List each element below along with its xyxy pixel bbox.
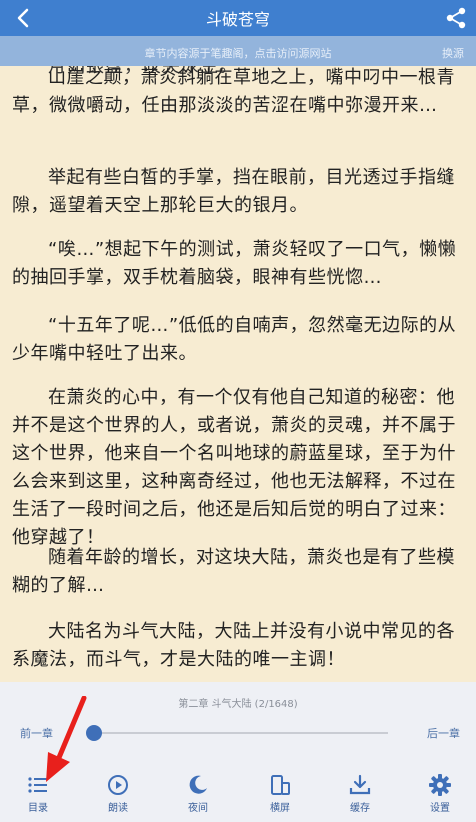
read-aloud-button[interactable]: 朗读 [88, 768, 148, 822]
toc-label: 目录 [28, 803, 48, 814]
moon-icon [189, 775, 207, 794]
share-icon [446, 7, 466, 29]
paragraph: 举起有些白皙的手掌，挡在眼前，目光透过手指缝隙，遥望着天空上那轮巨大的银月。 [12, 167, 455, 216]
landscape-label: 横屏 [270, 803, 290, 814]
reading-content[interactable]: 月如银盘，皎夹尿生。 山崖之颠，萧炎斜躺在草地之上，嘴中叼中一根青草，微微嚼动，… [0, 66, 476, 682]
night-mode-label: 夜间 [188, 803, 208, 814]
download-icon [349, 774, 371, 795]
toc-button[interactable]: 目录 [8, 768, 68, 822]
slider-thumb[interactable] [86, 725, 103, 741]
landscape-button[interactable]: 横屏 [250, 768, 310, 822]
paragraph: 山崖之颠，萧炎斜躺在草地之上，嘴中叼中一根青草，微微嚼动，任由那淡淡的苦涩在嘴中… [12, 67, 455, 116]
switch-source-button[interactable]: 换源 [442, 45, 464, 61]
bottom-toolbar: 目录 朗读 夜间 横屏 缓存 设置 [0, 768, 476, 822]
cache-button[interactable]: 缓存 [330, 768, 390, 822]
read-aloud-label: 朗读 [108, 803, 128, 814]
source-notice-link[interactable]: 章节内容源于笔趣阁，点击访问源网站 [0, 45, 476, 61]
paragraph: “唉…”想起下午的测试，萧炎轻叹了一口气，懒懒的抽回手掌，双手枕着脑袋，眼神有些… [12, 239, 457, 288]
source-notice-bar: 章节内容源于笔趣阁，点击访问源网站 换源 [0, 36, 476, 66]
night-mode-button[interactable]: 夜间 [168, 768, 228, 822]
paragraph: 大陆名为斗气大陆，大陆上并没有小说中常见的各系魔法，而斗气，才是大陆的唯一主调！ [12, 621, 455, 670]
top-bar: 斗破苍穹 [0, 0, 476, 36]
page-title: 斗破苍穹 [205, 10, 270, 29]
settings-button[interactable]: 设置 [410, 768, 470, 822]
list-icon [28, 777, 47, 793]
paragraph: 随着年龄的增长，对这块大陆，萧炎也是有了些模糊的了解… [12, 547, 455, 596]
rotate-screen-icon [271, 775, 290, 795]
settings-label: 设置 [430, 803, 450, 814]
chapter-info: 第二章 斗气大陆 (2/1648) [178, 699, 298, 710]
prev-chapter-button[interactable]: 前一章 [20, 725, 53, 741]
cache-label: 缓存 [350, 803, 370, 814]
play-circle-icon [108, 775, 128, 795]
next-chapter-button[interactable]: 后一章 [427, 725, 460, 741]
reader-control-panel: 第二章 斗气大陆 (2/1648) 前一章 后一章 目录 朗读 夜间 横屏 缓存… [0, 682, 476, 822]
paragraph: “十五年了呢…”低低的自喃声，忽然毫无边际的从少年嘴中轻吐了出来。 [12, 315, 457, 364]
share-button[interactable] [442, 4, 470, 32]
gear-icon [429, 774, 451, 796]
chapter-progress-slider[interactable] [94, 732, 388, 734]
paragraph: 在萧炎的心中，有一个仅有他自己知道的秘密：他并不是这个世界的人，或者说，萧炎的灵… [12, 387, 456, 548]
